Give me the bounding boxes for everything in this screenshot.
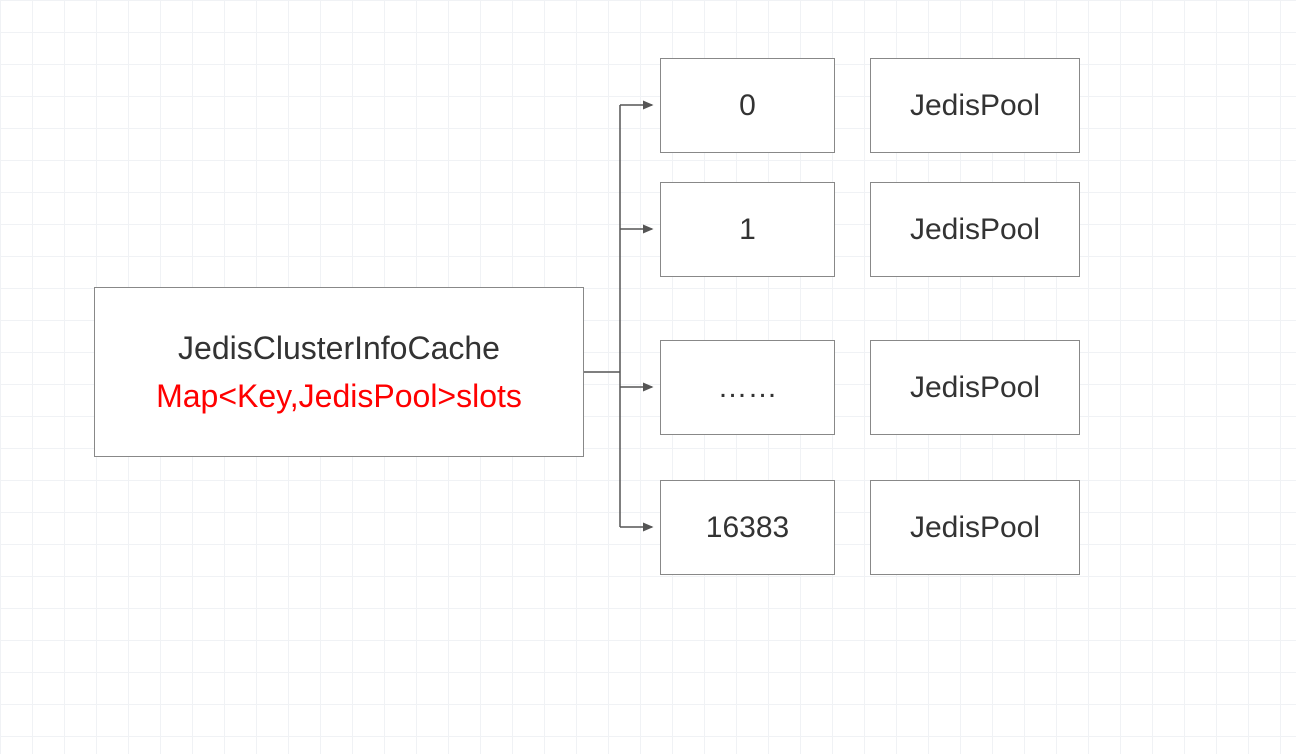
slot-box-1: 1 bbox=[660, 182, 835, 277]
pool-label: JedisPool bbox=[910, 213, 1040, 247]
pool-label: JedisPool bbox=[910, 89, 1040, 123]
pool-box-2: JedisPool bbox=[870, 340, 1080, 435]
main-subtitle: Map<Key,JedisPool>slots bbox=[156, 372, 522, 420]
main-title: JedisClusterInfoCache bbox=[178, 324, 500, 372]
pool-label: JedisPool bbox=[910, 511, 1040, 545]
slot-box-3: 16383 bbox=[660, 480, 835, 575]
slot-label: 16383 bbox=[706, 511, 789, 545]
slot-label: 0 bbox=[739, 89, 756, 123]
slot-box-2: …… bbox=[660, 340, 835, 435]
slot-label: …… bbox=[718, 371, 778, 405]
slot-label: 1 bbox=[739, 213, 756, 247]
pool-box-3: JedisPool bbox=[870, 480, 1080, 575]
pool-label: JedisPool bbox=[910, 371, 1040, 405]
pool-box-1: JedisPool bbox=[870, 182, 1080, 277]
slot-box-0: 0 bbox=[660, 58, 835, 153]
pool-box-0: JedisPool bbox=[870, 58, 1080, 153]
main-box: JedisClusterInfoCache Map<Key,JedisPool>… bbox=[94, 287, 584, 457]
